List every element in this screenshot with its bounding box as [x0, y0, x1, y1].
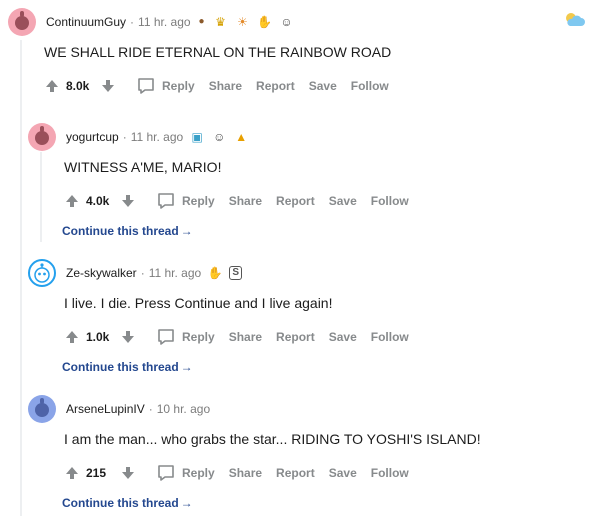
save-button[interactable]: Save [329, 466, 357, 480]
hands-award-icon[interactable]: ✋ [257, 14, 273, 30]
score: 215 [86, 466, 107, 480]
arrow-right-icon: → [180, 224, 193, 238]
username[interactable]: Ze-skywalker [66, 266, 137, 280]
reply-button[interactable]: Reply [136, 76, 195, 96]
avatar[interactable] [8, 8, 36, 36]
crown-award-icon[interactable]: ♛ [213, 14, 229, 30]
separator-dot: · [130, 15, 135, 29]
share-button[interactable]: Share [229, 466, 262, 480]
chat-bubble-icon [158, 329, 174, 345]
reply-label: Reply [182, 330, 215, 344]
follow-button[interactable]: Follow [371, 194, 409, 208]
follow-button[interactable]: Follow [371, 330, 409, 344]
avatar[interactable] [28, 259, 56, 287]
report-button[interactable]: Report [256, 79, 295, 93]
thread-line [20, 40, 22, 516]
avatar[interactable] [28, 123, 56, 151]
acorn-award-icon[interactable]: ● [197, 14, 207, 30]
comment-body: I am the man... who grabs the star... RI… [64, 431, 481, 447]
reply-label: Reply [182, 194, 215, 208]
comment: ArseneLupinIV · 10 hr. ago I am the man.… [28, 395, 568, 485]
comment-actions: 4.0k Reply Share Report Save Follow [62, 189, 568, 213]
continue-thread-label: Continue this thread [62, 224, 179, 238]
comment-actions: 8.0k Reply Share Report Save Follow [42, 74, 568, 98]
separator-dot: · [148, 402, 153, 416]
report-button[interactable]: Report [276, 466, 315, 480]
vote-box: 8.0k [42, 76, 118, 96]
report-button[interactable]: Report [276, 330, 315, 344]
downvote-arrow-icon[interactable] [118, 463, 138, 483]
save-button[interactable]: Save [329, 330, 357, 344]
username[interactable]: yogurtcup [66, 130, 119, 144]
separator-dot: · [140, 266, 145, 280]
share-button[interactable]: Share [209, 79, 242, 93]
comment-header: Ze-skywalker · 11 hr. ago ✋ S [28, 259, 568, 287]
timestamp[interactable]: 10 hr. ago [157, 402, 210, 416]
upvote-arrow-icon[interactable] [62, 327, 82, 347]
continue-thread-link[interactable]: Continue this thread → [62, 496, 193, 510]
comment-header: yogurtcup · 11 hr. ago ▣ ☺ ▲ [28, 123, 568, 151]
reply-button[interactable]: Reply [156, 327, 215, 347]
picture-award-icon[interactable]: ▣ [189, 129, 205, 145]
downvote-arrow-icon[interactable] [118, 327, 138, 347]
username[interactable]: ContinuumGuy [46, 15, 126, 29]
score: 1.0k [86, 330, 110, 344]
report-button[interactable]: Report [276, 194, 315, 208]
share-button[interactable]: Share [229, 330, 262, 344]
reply-label: Reply [182, 466, 215, 480]
face-award-icon[interactable]: ☺ [279, 14, 295, 30]
continue-thread-label: Continue this thread [62, 496, 179, 510]
downvote-arrow-icon[interactable] [118, 191, 138, 211]
timestamp[interactable]: 11 hr. ago [149, 266, 202, 280]
save-button[interactable]: Save [309, 79, 337, 93]
timestamp[interactable]: 11 hr. ago [138, 15, 191, 29]
save-button[interactable]: Save [329, 194, 357, 208]
share-button[interactable]: Share [229, 194, 262, 208]
chat-bubble-icon [138, 78, 154, 94]
vote-box: 1.0k [62, 327, 138, 347]
follow-button[interactable]: Follow [351, 79, 389, 93]
chat-bubble-icon [158, 465, 174, 481]
upvote-arrow-icon[interactable] [62, 463, 82, 483]
reply-label: Reply [162, 79, 195, 93]
hands-award-icon[interactable]: ✋ [207, 265, 223, 281]
reply-button[interactable]: Reply [156, 463, 215, 483]
comment: Ze-skywalker · 11 hr. ago ✋ S I live. I … [28, 259, 568, 349]
score: 8.0k [66, 79, 90, 93]
username[interactable]: ArseneLupinIV [66, 402, 145, 416]
upvote-arrow-icon[interactable] [62, 191, 82, 211]
comment-actions: 1.0k Reply Share Report Save Follow [62, 325, 568, 349]
comment: yogurtcup · 11 hr. ago ▣ ☺ ▲ WITNESS A'M… [28, 123, 568, 213]
reply-button[interactable]: Reply [156, 191, 215, 211]
face-award-icon[interactable]: ☺ [211, 129, 227, 145]
continue-thread-link[interactable]: Continue this thread → [62, 224, 193, 238]
comment-body: WE SHALL RIDE ETERNAL ON THE RAINBOW ROA… [44, 44, 392, 60]
arrow-right-icon: → [180, 496, 193, 510]
separator-dot: · [122, 130, 127, 144]
score: 4.0k [86, 194, 110, 208]
downvote-arrow-icon[interactable] [98, 76, 118, 96]
comment-actions: 215 Reply Share Report Save Follow [62, 461, 568, 485]
silver-s-award-icon[interactable]: S [229, 266, 243, 280]
comment-body: WITNESS A'ME, MARIO! [64, 159, 222, 175]
sun-award-icon[interactable]: ☀ [235, 14, 251, 30]
comment: ContinuumGuy · 11 hr. ago ● ♛ ☀ ✋ ☺ WE S… [8, 8, 568, 98]
comment-header: ContinuumGuy · 11 hr. ago ● ♛ ☀ ✋ ☺ [8, 8, 568, 36]
vote-box: 4.0k [62, 191, 138, 211]
continue-thread-link[interactable]: Continue this thread → [62, 360, 193, 374]
comment-body: I live. I die. Press Continue and I live… [64, 295, 333, 311]
upvote-arrow-icon[interactable] [42, 76, 62, 96]
timestamp[interactable]: 11 hr. ago [131, 130, 184, 144]
comment-header: ArseneLupinIV · 10 hr. ago [28, 395, 568, 423]
arrow-right-icon: → [180, 360, 193, 374]
follow-button[interactable]: Follow [371, 466, 409, 480]
arrow-up-award-icon[interactable]: ▲ [233, 129, 249, 145]
chat-bubble-icon [158, 193, 174, 209]
vote-box: 215 [62, 463, 138, 483]
avatar[interactable] [28, 395, 56, 423]
continue-thread-label: Continue this thread [62, 360, 179, 374]
